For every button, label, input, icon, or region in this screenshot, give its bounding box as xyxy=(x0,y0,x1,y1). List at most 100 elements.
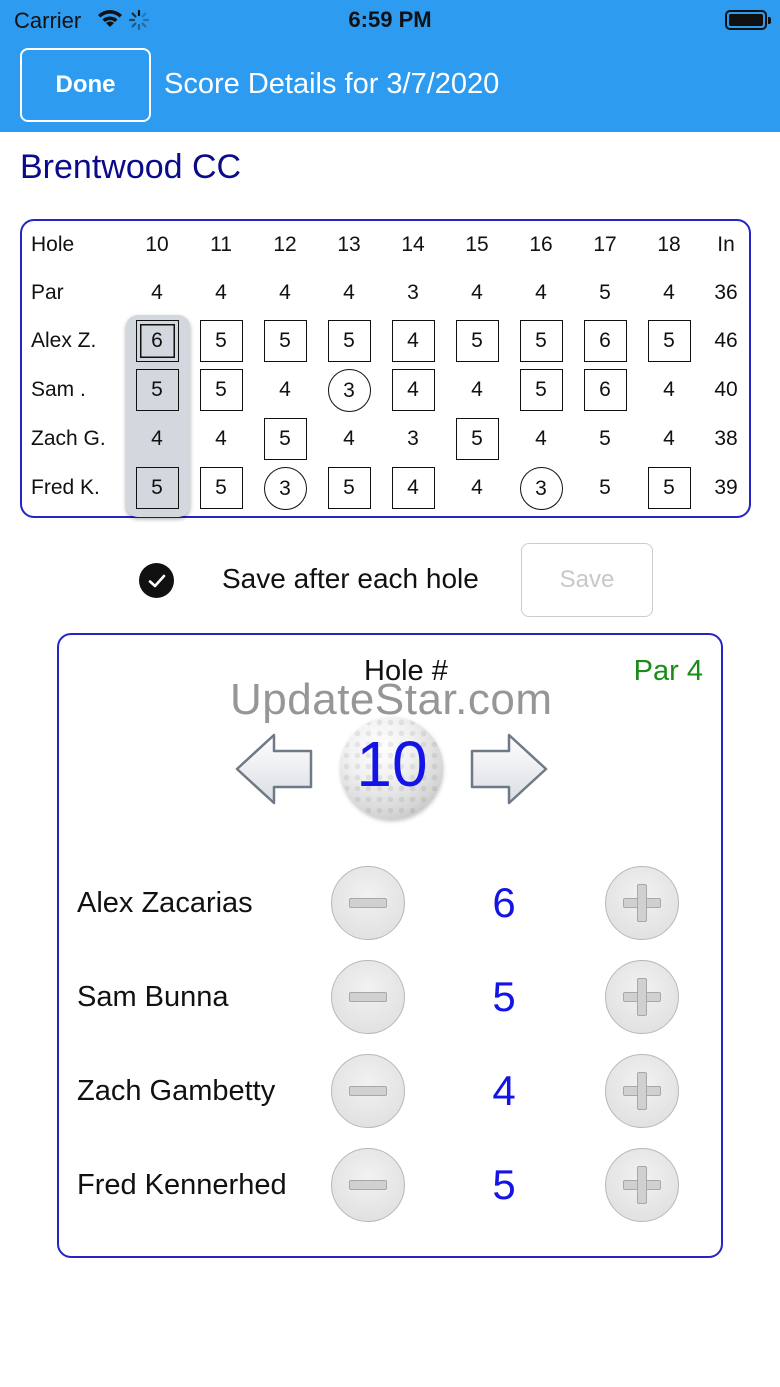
score-cell[interactable]: 3 xyxy=(327,369,371,412)
player-name: Fred Kennerhed xyxy=(77,1168,287,1201)
score-cell[interactable]: 4 xyxy=(644,369,694,411)
status-bar: Carrier 6:59 PM xyxy=(0,0,780,40)
score-cell[interactable]: 5 xyxy=(455,320,499,362)
hole-header-10[interactable]: 10 xyxy=(132,224,182,266)
in-total-header: In xyxy=(717,233,735,256)
score-cell[interactable]: 5 xyxy=(580,467,630,509)
par-cell: 4 xyxy=(279,281,291,304)
score-cell[interactable]: 3 xyxy=(263,467,307,510)
score-cell[interactable]: 4 xyxy=(196,418,246,460)
next-hole-arrow-icon[interactable] xyxy=(469,731,549,812)
player-total-cell: 38 xyxy=(714,427,738,450)
watermark: UpdateStar.com xyxy=(230,675,553,724)
score-cell[interactable]: 5 xyxy=(647,320,691,362)
save-button[interactable]: Save xyxy=(521,543,653,617)
hole-row-label: Hole xyxy=(31,233,75,256)
plus-icon xyxy=(623,1166,661,1204)
score-cell[interactable]: 5 xyxy=(263,418,307,460)
hole-header-12[interactable]: 12 xyxy=(260,224,310,266)
hole-header-17[interactable]: 17 xyxy=(580,224,630,266)
score-cell[interactable]: 6 xyxy=(135,320,179,362)
score-cell[interactable]: 4 xyxy=(260,369,310,411)
hole-header-16[interactable]: 16 xyxy=(516,224,566,266)
score-cell[interactable]: 5 xyxy=(135,467,179,509)
par-cell: 4 xyxy=(215,281,227,304)
checkmark-icon[interactable] xyxy=(139,563,174,598)
player-name: Sam Bunna xyxy=(77,980,229,1013)
par-cell: 4 xyxy=(151,281,163,304)
score-cell[interactable]: 5 xyxy=(263,320,307,362)
score-cell[interactable]: 5 xyxy=(327,320,371,362)
minus-icon xyxy=(349,992,387,1002)
increment-score-button[interactable] xyxy=(605,866,679,940)
scorecard-grid: Hole Par 10 11 12 13 14 15 16 17 18 In 4 4 4 4 3 4 4 5 4 36 Al… xyxy=(20,219,751,518)
decrement-score-button[interactable] xyxy=(331,866,405,940)
decrement-score-button[interactable] xyxy=(331,960,405,1034)
score-cell[interactable]: 4 xyxy=(391,467,435,509)
done-button[interactable]: Done xyxy=(20,48,151,122)
plus-icon xyxy=(623,978,661,1016)
score-cell[interactable]: 5 xyxy=(519,369,563,411)
status-time: 6:59 PM xyxy=(348,7,432,32)
par-cell: 5 xyxy=(599,281,611,304)
nav-header: Carrier 6:59 PM Done Score Details for 3… xyxy=(0,0,780,132)
score-entry-panel: Hole # Par 4 10 UpdateStar.com Alex Zaca… xyxy=(57,633,723,1258)
decrement-score-button[interactable] xyxy=(331,1054,405,1128)
player-name: Zach Gambetty xyxy=(77,1074,276,1107)
increment-score-button[interactable] xyxy=(605,1148,679,1222)
score-cell[interactable]: 4 xyxy=(516,418,566,460)
player-total-cell: 40 xyxy=(714,378,738,401)
battery-icon xyxy=(725,10,771,30)
hole-header-18[interactable]: 18 xyxy=(644,224,694,266)
score-cell[interactable]: 5 xyxy=(135,369,179,411)
score-cell[interactable]: 4 xyxy=(132,418,182,460)
score-cell[interactable]: 5 xyxy=(199,369,243,411)
player-row-label: Fred K. xyxy=(31,476,100,499)
score-cell[interactable]: 5 xyxy=(519,320,563,362)
score-cell[interactable]: 6 xyxy=(583,369,627,411)
player-row-label: Sam . xyxy=(31,378,86,401)
increment-score-button[interactable] xyxy=(605,1054,679,1128)
par-cell: 3 xyxy=(407,281,419,304)
increment-score-button[interactable] xyxy=(605,960,679,1034)
score-cell[interactable]: 3 xyxy=(519,467,563,510)
par-cell: 4 xyxy=(663,281,675,304)
course-name: Brentwood CC xyxy=(20,148,242,186)
score-cell[interactable]: 4 xyxy=(452,369,502,411)
save-after-each-hole-label: Save after each hole xyxy=(222,563,479,594)
par-cell: 4 xyxy=(535,281,547,304)
par-total-cell: 36 xyxy=(714,281,738,304)
previous-hole-arrow-icon[interactable] xyxy=(234,731,314,812)
par-cell: 4 xyxy=(343,281,355,304)
decrement-score-button[interactable] xyxy=(331,1148,405,1222)
score-cell[interactable]: 4 xyxy=(452,467,502,509)
hole-header-11[interactable]: 11 xyxy=(196,224,246,266)
minus-icon xyxy=(349,898,387,908)
score-cell[interactable]: 5 xyxy=(580,418,630,460)
hole-header-15[interactable]: 15 xyxy=(452,224,502,266)
par-label: Par 4 xyxy=(633,655,703,687)
par-row-label: Par xyxy=(31,281,64,304)
score-cell[interactable]: 5 xyxy=(199,467,243,509)
plus-icon xyxy=(623,1072,661,1110)
score-cell[interactable]: 3 xyxy=(388,418,438,460)
player-score-value: 6 xyxy=(492,879,516,926)
score-cell[interactable]: 5 xyxy=(647,467,691,509)
hole-header-14[interactable]: 14 xyxy=(388,224,438,266)
player-score-value: 4 xyxy=(492,1067,516,1114)
score-cell[interactable]: 4 xyxy=(324,418,374,460)
player-row-label: Alex Z. xyxy=(31,329,97,352)
score-cell[interactable]: 4 xyxy=(391,369,435,411)
player-name: Alex Zacarias xyxy=(77,886,253,919)
page-title: Score Details for 3/7/2020 xyxy=(164,68,500,100)
score-cell[interactable]: 5 xyxy=(327,467,371,509)
player-total-cell: 46 xyxy=(714,329,738,352)
hole-header-13[interactable]: 13 xyxy=(324,224,374,266)
score-cell[interactable]: 4 xyxy=(644,418,694,460)
score-cell[interactable]: 4 xyxy=(391,320,435,362)
score-cell[interactable]: 5 xyxy=(455,418,499,460)
score-cell[interactable]: 6 xyxy=(583,320,627,362)
player-row-label: Zach G. xyxy=(31,427,106,450)
score-cell[interactable]: 5 xyxy=(199,320,243,362)
minus-icon xyxy=(349,1180,387,1190)
